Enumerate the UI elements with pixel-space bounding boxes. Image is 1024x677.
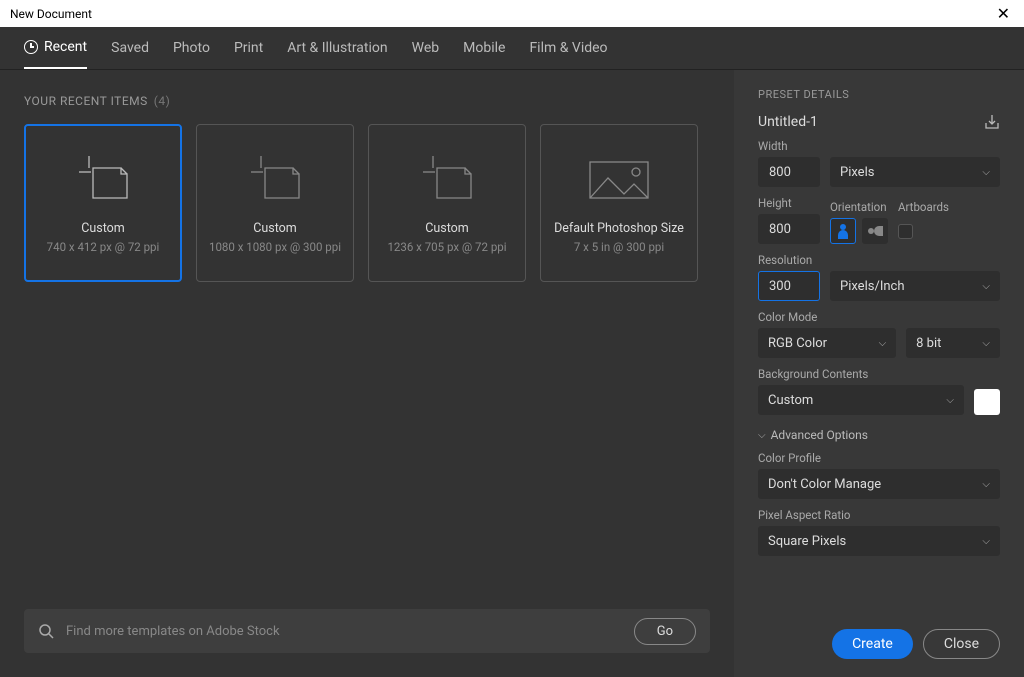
artboards-checkbox[interactable] bbox=[898, 224, 913, 239]
recent-items-grid: Custom 740 x 412 px @ 72 ppi Custom 1080… bbox=[24, 124, 710, 282]
par-label: Pixel Aspect Ratio bbox=[758, 508, 1000, 522]
colormode-dropdown[interactable]: RGB Color⌵ bbox=[758, 328, 896, 358]
window-title: New Document bbox=[10, 7, 92, 21]
clock-icon bbox=[24, 40, 38, 54]
preset-title: Custom bbox=[425, 221, 469, 236]
advanced-options-toggle[interactable]: ⌵ Advanced Options bbox=[758, 428, 1000, 442]
colorprofile-dropdown[interactable]: Don't Color Manage⌵ bbox=[758, 469, 1000, 499]
tab-recent[interactable]: Recent bbox=[24, 27, 87, 69]
chevron-down-icon: ⌵ bbox=[982, 281, 990, 292]
height-input[interactable] bbox=[758, 214, 820, 244]
preset-subtitle: 1080 x 1080 px @ 300 ppi bbox=[209, 240, 341, 254]
par-dropdown[interactable]: Square Pixels⌵ bbox=[758, 526, 1000, 556]
width-label: Width bbox=[758, 139, 1000, 153]
stock-search-bar: Go bbox=[24, 609, 710, 653]
create-button[interactable]: Create bbox=[832, 629, 913, 659]
page-icon bbox=[419, 153, 475, 207]
tab-web[interactable]: Web bbox=[412, 27, 440, 69]
preset-subtitle: 1236 x 705 px @ 72 ppi bbox=[387, 240, 506, 254]
panel-header: PRESET DETAILS bbox=[758, 88, 1000, 101]
artboards-label: Artboards bbox=[898, 200, 949, 214]
preset-details-panel: PRESET DETAILS Untitled-1 Width Pixels⌵ … bbox=[734, 70, 1024, 677]
title-bar: New Document ✕ bbox=[0, 0, 1024, 27]
document-name[interactable]: Untitled-1 bbox=[758, 114, 818, 130]
orientation-label: Orientation bbox=[830, 200, 888, 214]
tab-print[interactable]: Print bbox=[234, 27, 263, 69]
preset-subtitle: 7 x 5 in @ 300 ppi bbox=[574, 240, 664, 254]
chevron-down-icon: ⌵ bbox=[879, 338, 887, 349]
chevron-down-icon: ⌵ bbox=[982, 479, 990, 490]
tab-art-illustration[interactable]: Art & Illustration bbox=[287, 27, 387, 69]
close-icon[interactable]: ✕ bbox=[993, 4, 1014, 23]
preset-title: Default Photoshop Size bbox=[554, 221, 684, 236]
orientation-portrait-button[interactable] bbox=[830, 218, 856, 244]
tab-saved[interactable]: Saved bbox=[111, 27, 149, 69]
chevron-down-icon: ⌵ bbox=[982, 536, 990, 547]
colorprofile-label: Color Profile bbox=[758, 451, 1000, 465]
resolution-label: Resolution bbox=[758, 253, 1000, 267]
orientation-landscape-button[interactable] bbox=[862, 218, 888, 244]
close-button[interactable]: Close bbox=[923, 629, 1000, 659]
preset-title: Custom bbox=[81, 221, 125, 236]
preset-card[interactable]: Custom 1080 x 1080 px @ 300 ppi bbox=[196, 124, 354, 282]
chevron-down-icon: ⌵ bbox=[982, 338, 990, 349]
image-icon bbox=[584, 153, 654, 207]
page-icon bbox=[247, 153, 303, 207]
tab-photo[interactable]: Photo bbox=[173, 27, 210, 69]
chevron-down-icon: ⌵ bbox=[946, 395, 954, 406]
bitdepth-dropdown[interactable]: 8 bit⌵ bbox=[906, 328, 1000, 358]
resolution-unit-dropdown[interactable]: Pixels/Inch⌵ bbox=[830, 271, 1000, 301]
go-button[interactable]: Go bbox=[634, 618, 696, 645]
chevron-down-icon: ⌵ bbox=[758, 430, 766, 441]
bgcontents-label: Background Contents bbox=[758, 367, 1000, 381]
save-preset-icon[interactable] bbox=[984, 114, 1000, 130]
preset-title: Custom bbox=[253, 221, 297, 236]
preset-card[interactable]: Custom 1236 x 705 px @ 72 ppi bbox=[368, 124, 526, 282]
resolution-input[interactable] bbox=[758, 271, 820, 301]
presets-panel: YOUR RECENT ITEMS (4) Custom 740 x 412 p… bbox=[0, 70, 734, 677]
height-label: Height bbox=[758, 196, 820, 210]
chevron-down-icon: ⌵ bbox=[982, 167, 990, 178]
bg-color-swatch[interactable] bbox=[974, 389, 1000, 415]
preset-card[interactable]: Custom 740 x 412 px @ 72 ppi bbox=[24, 124, 182, 282]
colormode-label: Color Mode bbox=[758, 310, 1000, 324]
preset-card[interactable]: Default Photoshop Size 7 x 5 in @ 300 pp… bbox=[540, 124, 698, 282]
tab-film-video[interactable]: Film & Video bbox=[529, 27, 607, 69]
section-label: YOUR RECENT ITEMS (4) bbox=[24, 94, 710, 108]
tab-mobile[interactable]: Mobile bbox=[463, 27, 505, 69]
width-unit-dropdown[interactable]: Pixels⌵ bbox=[830, 157, 1000, 187]
category-tabs: Recent Saved Photo Print Art & Illustrat… bbox=[0, 27, 1024, 70]
bgcontents-dropdown[interactable]: Custom⌵ bbox=[758, 385, 964, 415]
page-icon bbox=[75, 153, 131, 207]
width-input[interactable] bbox=[758, 157, 820, 187]
search-input[interactable] bbox=[66, 624, 622, 639]
search-icon bbox=[38, 623, 54, 639]
preset-subtitle: 740 x 412 px @ 72 ppi bbox=[47, 240, 160, 254]
